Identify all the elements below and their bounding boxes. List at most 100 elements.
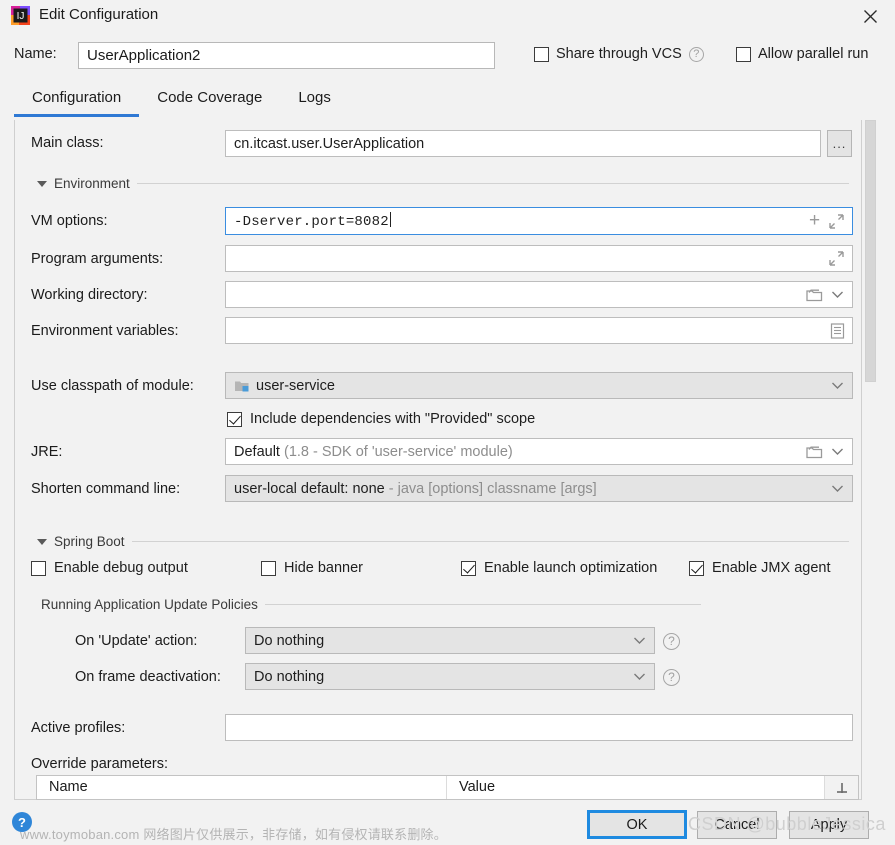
module-icon (235, 381, 249, 391)
classpath-module-label: Use classpath of module: (31, 378, 194, 394)
chevron-down-icon[interactable] (828, 443, 846, 461)
environment-variables-field[interactable] (225, 317, 853, 344)
folder-glyph (805, 289, 822, 301)
share-vcs-help-icon[interactable]: ? (688, 46, 704, 62)
environment-section: Environment (37, 176, 849, 191)
working-directory-label: Working directory: (31, 287, 148, 303)
column-header-name[interactable]: Name (37, 776, 447, 799)
tab-bar: Configuration Code Coverage Logs (14, 85, 349, 117)
tab-configuration[interactable]: Configuration (14, 85, 140, 117)
name-input[interactable] (78, 42, 495, 69)
chevron-down-icon[interactable] (828, 286, 846, 304)
shorten-command-line-label: Shorten command line: (31, 481, 181, 497)
include-dependencies-option[interactable]: Include dependencies with "Provided" sco… (227, 411, 535, 427)
shorten-command-line-hint: - java [options] classname [args] (388, 480, 597, 497)
enable-debug-output-option[interactable]: Enable debug output (31, 560, 188, 576)
on-frame-deactivation-combo[interactable]: Do nothing (245, 663, 655, 690)
expand-editor-icon[interactable] (827, 249, 846, 268)
allow-parallel-run-label: Allow parallel run (758, 46, 869, 62)
working-directory-field[interactable] (225, 281, 853, 308)
main-class-value: cn.itcast.user.UserApplication (234, 135, 425, 152)
hide-banner-label: Hide banner (284, 560, 363, 576)
enable-jmx-agent-option[interactable]: Enable JMX agent (689, 560, 831, 576)
collapse-triangle-icon[interactable] (37, 538, 47, 545)
share-through-vcs-option[interactable]: Share through VCS ? (534, 46, 704, 62)
allow-parallel-run-option[interactable]: Allow parallel run (736, 46, 868, 62)
folder-icon[interactable] (804, 286, 824, 304)
include-dependencies-checkbox[interactable] (227, 411, 242, 427)
chevron-down-icon[interactable] (630, 668, 648, 686)
override-parameters-label: Override parameters: (31, 756, 168, 772)
enable-debug-output-checkbox[interactable] (31, 560, 46, 576)
main-class-browse-button[interactable]: ... (827, 130, 852, 157)
list-editor-icon[interactable] (828, 321, 846, 340)
environment-variables-label: Environment variables: (31, 323, 179, 339)
enable-launch-optimization-option[interactable]: Enable launch optimization (461, 560, 657, 576)
share-through-vcs-label: Share through VCS (556, 46, 682, 62)
on-update-action-value: Do nothing (254, 632, 325, 649)
title-bar: IJ Edit Configuration (0, 0, 895, 33)
enable-debug-output-label: Enable debug output (54, 560, 188, 576)
text-caret (389, 212, 391, 227)
list-editor-glyph (830, 322, 844, 339)
window-title: Edit Configuration (39, 6, 159, 23)
active-profiles-field[interactable] (225, 714, 853, 741)
section-divider (136, 183, 849, 184)
jre-field[interactable]: Default (1.8 - SDK of 'user-service' mod… (225, 438, 853, 465)
close-glyph (863, 9, 877, 23)
add-parameter-button[interactable] (824, 776, 858, 799)
section-divider (131, 541, 849, 542)
on-update-action-combo[interactable]: Do nothing (245, 627, 655, 654)
chevron-glyph (831, 448, 843, 455)
ok-button[interactable]: OK (587, 810, 687, 839)
program-arguments-label: Program arguments: (31, 251, 164, 267)
program-arguments-field[interactable] (225, 245, 853, 272)
csdn-watermark: CSDN @bubbleJessica (688, 814, 886, 834)
edit-configuration-dialog: IJ Edit Configuration Name: Share throug… (0, 0, 895, 845)
active-profiles-label: Active profiles: (31, 720, 126, 736)
tab-logs[interactable]: Logs (280, 85, 349, 117)
folder-glyph (805, 446, 822, 458)
chevron-down-icon[interactable] (630, 632, 648, 650)
tab-code-coverage[interactable]: Code Coverage (139, 85, 280, 117)
column-header-value[interactable]: Value (447, 776, 824, 799)
hide-banner-option[interactable]: Hide banner (261, 560, 363, 576)
main-class-field[interactable]: cn.itcast.user.UserApplication (225, 130, 821, 157)
folder-icon[interactable] (804, 443, 824, 461)
intellij-idea-icon: IJ (11, 6, 30, 25)
close-icon[interactable] (855, 3, 885, 29)
jre-value: Default (234, 443, 280, 460)
vm-options-value: -Dserver.port=8082 (234, 214, 389, 230)
on-frame-deactivation-label: On frame deactivation: (75, 669, 221, 685)
toymoban-watermark: www.toymoban.com 网络图片仅供展示，非存储，如有侵权请联系删除。 (20, 827, 447, 842)
classpath-module-combo[interactable]: user-service (225, 372, 853, 399)
shorten-command-line-value: user-local default: none (234, 480, 385, 497)
hide-banner-checkbox[interactable] (261, 560, 276, 576)
add-icon[interactable]: + (805, 211, 824, 231)
chevron-down-icon[interactable] (828, 377, 846, 395)
shorten-command-line-combo[interactable]: user-local default: none - java [options… (225, 475, 853, 502)
collapse-triangle-icon[interactable] (37, 180, 47, 187)
allow-parallel-run-checkbox[interactable] (736, 46, 751, 62)
chevron-glyph (831, 291, 843, 298)
on-frame-deactivation-help-icon[interactable]: ? (663, 669, 680, 686)
chevron-glyph (831, 382, 843, 389)
vertical-scrollbar[interactable] (864, 120, 877, 800)
chevron-down-icon[interactable] (828, 480, 846, 498)
jre-label: JRE: (31, 444, 63, 460)
on-update-action-label: On 'Update' action: (75, 633, 198, 649)
on-update-action-help-icon[interactable]: ? (663, 633, 680, 650)
expand-glyph (829, 251, 844, 266)
expand-editor-icon[interactable] (827, 212, 846, 231)
enable-jmx-agent-checkbox[interactable] (689, 560, 704, 576)
update-policies-section: Running Application Update Policies (41, 597, 701, 612)
share-through-vcs-checkbox[interactable] (534, 46, 549, 62)
scrollbar-thumb[interactable] (865, 120, 876, 382)
include-dependencies-label: Include dependencies with "Provided" sco… (250, 411, 536, 427)
enable-launch-optimization-checkbox[interactable] (461, 560, 476, 576)
environment-section-label: Environment (54, 176, 130, 191)
override-parameters-table[interactable]: Name Value (36, 775, 859, 800)
spring-boot-section: Spring Boot (37, 534, 849, 549)
vm-options-field[interactable]: -Dserver.port=8082 + (225, 207, 853, 235)
classpath-module-value: user-service (256, 377, 335, 394)
